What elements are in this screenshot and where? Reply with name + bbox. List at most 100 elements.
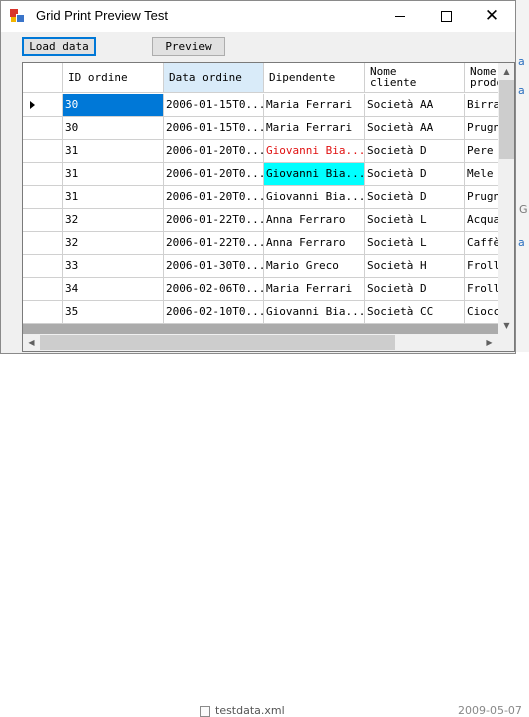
cell-nome-prodotto[interactable]: Ciocc <box>465 301 498 324</box>
cell-data-ordine[interactable]: 2006-02-10T0... <box>164 301 264 324</box>
cell-nome-cliente[interactable]: Società AA <box>365 94 465 117</box>
cell-nome-prodotto[interactable]: Acqua <box>465 209 498 232</box>
close-button[interactable]: ✕ <box>469 1 515 32</box>
scroll-down-icon[interactable]: ▼ <box>498 317 514 334</box>
scroll-right-icon[interactable]: ▶ <box>481 334 498 351</box>
top-left-header-cell[interactable] <box>23 63 63 93</box>
cell-nome-cliente[interactable]: Società AA <box>365 117 465 140</box>
cell-dipendente[interactable]: Giovanni Bia... <box>264 163 365 186</box>
table-row[interactable]: 31 2006-01-20T0... Giovanni Bia... Società … <box>23 163 498 186</box>
column-header-nome-prodotto[interactable]: Nome prodo <box>465 63 498 93</box>
cell-data-ordine[interactable]: 2006-01-30T0... <box>164 255 264 278</box>
cell-nome-prodotto[interactable]: Froll <box>465 278 498 301</box>
cell-nome-prodotto[interactable]: Birra <box>465 94 498 117</box>
cell-nome-cliente[interactable]: Società L <box>365 209 465 232</box>
cell-data-ordine[interactable]: 2006-01-22T0... <box>164 209 264 232</box>
row-header-cell[interactable] <box>23 163 63 186</box>
vertical-scrollbar[interactable]: ▲ ▼ <box>498 63 514 334</box>
grid-viewport: ID ordine Data ordine Dipendente Nome cl… <box>23 63 498 334</box>
cell-id-ordine[interactable]: 33 <box>63 255 164 278</box>
cell-dipendente[interactable]: Giovanni Bia... <box>264 301 365 324</box>
cell-data-ordine[interactable]: 2006-01-20T0... <box>164 140 264 163</box>
row-header-cell[interactable] <box>23 186 63 209</box>
row-header-cell[interactable] <box>23 117 63 140</box>
cell-nome-prodotto[interactable]: Froll <box>465 255 498 278</box>
table-row[interactable]: 34 2006-02-06T0... Maria Ferrari Società DF… <box>23 278 498 301</box>
cell-data-ordine[interactable]: 2006-01-15T0... <box>164 94 264 117</box>
horizontal-scroll-thumb[interactable] <box>40 335 395 350</box>
load-data-button[interactable]: Load data <box>22 37 96 56</box>
cell-dipendente[interactable]: Giovanni Bia... <box>264 186 365 209</box>
horizontal-scrollbar[interactable]: ◀ ▶ <box>23 334 498 351</box>
row-header-cell[interactable] <box>23 209 63 232</box>
cell-dipendente[interactable]: Maria Ferrari <box>264 278 365 301</box>
cell-nome-prodotto[interactable]: Mele s <box>465 163 498 186</box>
maximize-icon <box>440 11 452 22</box>
cell-nome-cliente[interactable]: Società D <box>365 140 465 163</box>
cell-nome-cliente[interactable]: Società L <box>365 232 465 255</box>
table-row[interactable]: 31 2006-01-20T0... Giovanni Bia... Società … <box>23 140 498 163</box>
maximize-button[interactable] <box>423 1 469 32</box>
cell-dipendente[interactable]: Anna Ferraro <box>264 232 365 255</box>
cell-nome-prodotto[interactable]: Pere s <box>465 140 498 163</box>
table-row[interactable]: 30 2006-01-15T0... Maria Ferrari Società AA… <box>23 117 498 140</box>
cell-nome-prodotto[interactable]: Caffè <box>465 232 498 255</box>
scroll-left-icon[interactable]: ◀ <box>23 334 40 351</box>
row-header-cell[interactable] <box>23 301 63 324</box>
cell-nome-prodotto[interactable]: Prugn <box>465 186 498 209</box>
scrollbar-corner <box>498 334 514 351</box>
cell-data-ordine[interactable]: 2006-02-06T0... <box>164 278 264 301</box>
cell-id-ordine[interactable]: 34 <box>63 278 164 301</box>
cell-nome-cliente[interactable]: Società D <box>365 186 465 209</box>
header-row: ID ordine Data ordine Dipendente Nome cl… <box>23 63 498 94</box>
cell-id-ordine[interactable]: 30 <box>63 117 164 140</box>
row-header-cell[interactable] <box>23 140 63 163</box>
table-row[interactable]: 32 2006-01-22T0... Anna Ferraro Società L Ca… <box>23 232 498 255</box>
column-header-dipendente[interactable]: Dipendente <box>264 63 365 93</box>
background-window-edge: a a G a <box>516 0 529 365</box>
app-icon[interactable] <box>10 9 25 23</box>
table-row[interactable]: 33 2006-01-30T0... Mario Greco Società H Fro… <box>23 255 498 278</box>
vertical-scroll-thumb[interactable] <box>499 80 514 159</box>
cell-id-ordine[interactable]: 32 <box>63 209 164 232</box>
scroll-up-icon[interactable]: ▲ <box>498 63 514 80</box>
table-row[interactable]: 35 2006-02-10T0... Giovanni Bia... Società … <box>23 301 498 324</box>
background-text-fragment: a <box>518 55 525 68</box>
cell-dipendente[interactable]: Anna Ferraro <box>264 209 365 232</box>
data-grid[interactable]: ID ordine Data ordine Dipendente Nome cl… <box>22 62 515 352</box>
column-header-id-ordine[interactable]: ID ordine <box>63 63 164 93</box>
preview-button[interactable]: Preview <box>152 37 225 56</box>
table-row[interactable]: 31 2006-01-20T0... Giovanni Bia... Società … <box>23 186 498 209</box>
cell-id-ordine[interactable]: 32 <box>63 232 164 255</box>
title-bar[interactable]: Grid Print Preview Test ✕ <box>1 1 515 32</box>
cell-nome-prodotto[interactable]: Prugn <box>465 117 498 140</box>
cell-nome-cliente[interactable]: Società H <box>365 255 465 278</box>
cell-id-ordine[interactable]: 35 <box>63 301 164 324</box>
row-header-cell[interactable] <box>23 94 63 117</box>
cell-dipendente[interactable]: Maria Ferrari <box>264 94 365 117</box>
row-header-cell[interactable] <box>23 255 63 278</box>
cell-data-ordine[interactable]: 2006-01-22T0... <box>164 232 264 255</box>
column-header-data-ordine[interactable]: Data ordine <box>164 63 264 93</box>
row-header-cell[interactable] <box>23 232 63 255</box>
cell-dipendente[interactable]: Maria Ferrari <box>264 117 365 140</box>
cell-nome-cliente[interactable]: Società CC <box>365 301 465 324</box>
cell-nome-cliente[interactable]: Società D <box>365 163 465 186</box>
cell-data-ordine[interactable]: 2006-01-20T0... <box>164 186 264 209</box>
cell-dipendente[interactable]: Mario Greco <box>264 255 365 278</box>
minimize-button[interactable] <box>377 1 423 32</box>
table-row[interactable]: 30 2006-01-15T0... Maria Ferrari Società AA… <box>23 94 498 117</box>
client-area: Load data Preview ID ordine Data ordine … <box>1 32 515 353</box>
cell-data-ordine[interactable]: 2006-01-15T0... <box>164 117 264 140</box>
row-header-cell[interactable] <box>23 278 63 301</box>
cell-nome-cliente[interactable]: Società D <box>365 278 465 301</box>
cell-data-ordine[interactable]: 2006-01-20T0... <box>164 163 264 186</box>
cell-id-ordine[interactable]: 31 <box>63 163 164 186</box>
current-row-arrow-icon <box>30 101 35 109</box>
cell-id-ordine[interactable]: 30 <box>63 94 164 117</box>
cell-dipendente[interactable]: Giovanni Bia... <box>264 140 365 163</box>
table-row[interactable]: 32 2006-01-22T0... Anna Ferraro Società L Ac… <box>23 209 498 232</box>
cell-id-ordine[interactable]: 31 <box>63 186 164 209</box>
column-header-nome-cliente[interactable]: Nome cliente <box>365 63 465 93</box>
cell-id-ordine[interactable]: 31 <box>63 140 164 163</box>
